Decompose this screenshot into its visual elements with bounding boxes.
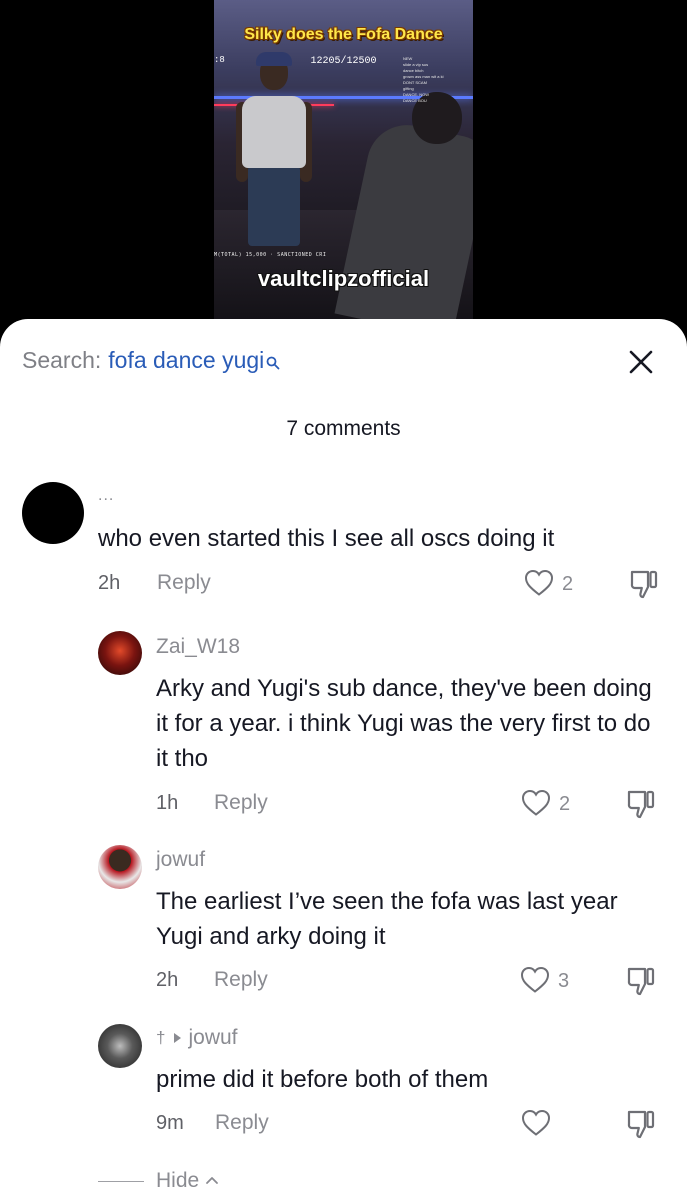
comment-text: Arky and Yugi's sub dance, they've been … bbox=[156, 675, 652, 772]
video-frame[interactable]: Silky does the Fofa Dance :8 12205/12500… bbox=[214, 0, 473, 320]
reply-button[interactable]: Reply bbox=[214, 791, 268, 815]
dislike-button[interactable] bbox=[629, 568, 659, 600]
like-count: 3 bbox=[558, 970, 570, 992]
like-button[interactable] bbox=[520, 966, 550, 994]
comment-time: 1h bbox=[156, 792, 179, 814]
dislike-button[interactable] bbox=[626, 1108, 656, 1140]
reply-button[interactable]: Reply bbox=[214, 968, 268, 992]
video-player[interactable]: Silky does the Fofa Dance :8 12205/12500… bbox=[0, 0, 687, 340]
comment-username[interactable]: † jowuf bbox=[156, 1026, 238, 1050]
comment-reply: jowuf The earliest I’ve seen the fofa wa… bbox=[0, 844, 687, 1004]
comment-text: who even started this I see all oscs doi… bbox=[98, 525, 555, 552]
reply-button[interactable]: Reply bbox=[215, 1111, 269, 1135]
thumbs-down-icon bbox=[626, 790, 656, 824]
like-count: 2 bbox=[562, 573, 574, 595]
chat-line: DANCE BOU bbox=[403, 98, 427, 103]
thumbs-down-icon bbox=[626, 967, 656, 1001]
thumbs-down-icon bbox=[626, 1110, 656, 1144]
thumbs-down-icon bbox=[629, 570, 659, 604]
like-button[interactable] bbox=[521, 1109, 551, 1137]
search-term-link[interactable]: fofa dance yugi bbox=[108, 347, 264, 374]
divider-line bbox=[98, 1180, 144, 1182]
comment-count: 7 comments bbox=[286, 417, 401, 440]
chevron-up-icon bbox=[205, 1172, 219, 1190]
video-chat-overlay: NEW slide a vip sus dance bitch grown as… bbox=[403, 56, 469, 104]
avatar[interactable] bbox=[98, 1024, 142, 1068]
dislike-button[interactable] bbox=[626, 965, 656, 997]
dislike-button[interactable] bbox=[626, 788, 656, 820]
comment-username[interactable]: jowuf bbox=[156, 848, 205, 872]
video-title: Silky does the Fofa Dance bbox=[244, 26, 443, 43]
comment-username[interactable]: Zai_W18 bbox=[156, 635, 240, 659]
comment-time: 9m bbox=[156, 1112, 184, 1134]
search-suggestion[interactable]: Search: fofa dance yugi bbox=[22, 347, 280, 374]
comment-time: 2h bbox=[98, 572, 121, 594]
user-prefix-symbol: † bbox=[156, 1028, 166, 1047]
like-button[interactable] bbox=[521, 789, 551, 817]
avatar[interactable] bbox=[22, 482, 84, 544]
like-count: 2 bbox=[559, 793, 571, 815]
comment-text: The earliest I’ve seen the fofa was last… bbox=[156, 888, 618, 950]
reply-arrow-icon bbox=[173, 1026, 182, 1050]
search-prefix: Search: bbox=[22, 347, 102, 373]
close-icon bbox=[628, 349, 654, 380]
video-overlay-text: M(TOTAL) 15,000 · SANCTIONED CRI bbox=[214, 252, 327, 258]
comment-text: prime did it before both of them bbox=[156, 1066, 489, 1093]
comment-username[interactable]: ... bbox=[98, 487, 114, 505]
search-icon bbox=[266, 349, 280, 369]
hide-label: Hide bbox=[156, 1169, 200, 1192]
video-person-left bbox=[236, 52, 312, 246]
comment-time: 2h bbox=[156, 969, 179, 991]
comment-reply: † jowuf prime did it before both of them… bbox=[0, 1022, 687, 1152]
heart-icon bbox=[521, 789, 551, 821]
comment-reply: Zai_W18 Arky and Yugi's sub dance, they'… bbox=[0, 629, 687, 829]
heart-icon bbox=[524, 569, 554, 601]
heart-icon bbox=[521, 1109, 551, 1141]
avatar[interactable] bbox=[98, 631, 142, 675]
reply-button[interactable]: Reply bbox=[157, 571, 211, 595]
reply-to-username[interactable]: jowuf bbox=[188, 1026, 237, 1050]
heart-icon bbox=[520, 966, 550, 998]
like-button[interactable] bbox=[524, 569, 554, 597]
comments-sheet: Search: fofa dance yugi 7 comments ... w… bbox=[0, 319, 687, 1200]
close-button[interactable] bbox=[622, 345, 660, 383]
video-watermark: vaultclipzofficial bbox=[257, 266, 430, 291]
hide-replies-button[interactable]: Hide bbox=[98, 1169, 219, 1193]
comment: ... who even started this I see all oscs… bbox=[0, 479, 687, 609]
avatar[interactable] bbox=[98, 845, 142, 889]
